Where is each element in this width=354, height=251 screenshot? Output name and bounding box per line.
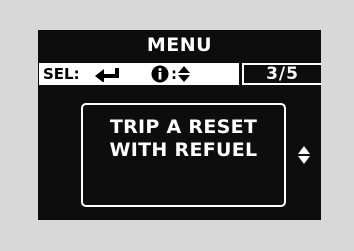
up-down-arrows-icon (178, 66, 190, 82)
select-label: SEL: (43, 65, 80, 83)
instrument-display-frame: MENU SEL: : 3/5 TRIP A RESET WITH REFUEL (0, 0, 354, 251)
info-separator: : (171, 65, 177, 83)
menu-item-label: TRIP A RESET WITH REFUEL (109, 116, 258, 161)
status-bar: SEL: : 3/5 (38, 63, 321, 85)
page-indicator: 3/5 (242, 63, 321, 85)
menu-item-box[interactable]: TRIP A RESET WITH REFUEL (81, 103, 286, 207)
menu-screen: MENU SEL: : 3/5 TRIP A RESET WITH REFUEL (38, 30, 321, 220)
enter-arrow-icon (95, 68, 119, 82)
scroll-up-down-icon (298, 146, 310, 164)
info-icon (151, 65, 169, 83)
control-hints: SEL: : (39, 63, 239, 85)
menu-title: MENU (146, 34, 213, 56)
